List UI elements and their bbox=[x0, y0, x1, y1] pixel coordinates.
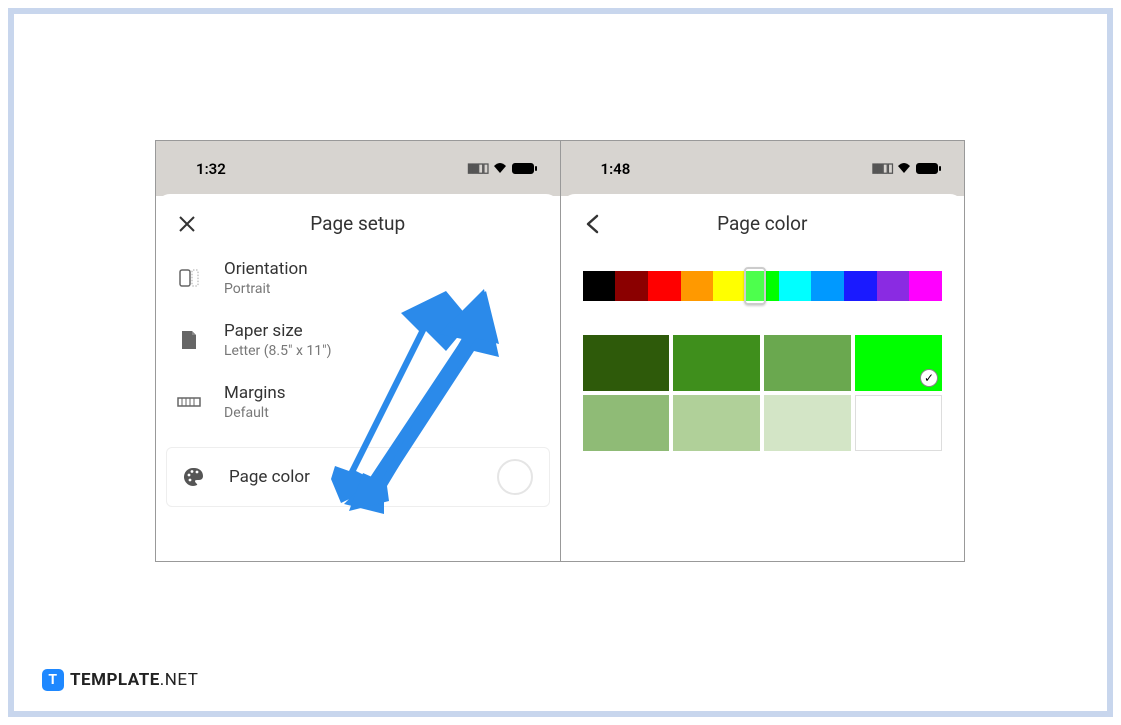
page-color-label: Page color bbox=[229, 467, 310, 487]
shade-swatch[interactable] bbox=[673, 395, 760, 451]
back-icon[interactable] bbox=[581, 214, 603, 234]
page-color-sheet: Page color ✓ bbox=[561, 194, 965, 561]
spectrum-segment[interactable] bbox=[681, 271, 714, 301]
orientation-icon bbox=[176, 265, 202, 291]
shade-swatch[interactable] bbox=[583, 335, 670, 391]
phone-right: 1:48 ▮▮▯▯ Page color ✓ bbox=[560, 141, 965, 561]
shade-swatch[interactable] bbox=[673, 335, 760, 391]
signal-icon: ▮▮▯▯ bbox=[467, 161, 488, 176]
spectrum-segment[interactable] bbox=[844, 271, 877, 301]
margins-value: Default bbox=[224, 405, 286, 421]
shade-swatch[interactable]: ✓ bbox=[855, 335, 942, 391]
shade-grid: ✓ bbox=[561, 301, 965, 451]
logo-text-light: .NET bbox=[160, 670, 199, 690]
paper-size-icon bbox=[176, 327, 202, 353]
spectrum-row bbox=[561, 247, 965, 301]
spectrum-segment[interactable] bbox=[713, 271, 746, 301]
sheet-title: Page setup bbox=[198, 212, 540, 235]
spectrum-segment[interactable] bbox=[811, 271, 844, 301]
sheet-header: Page color bbox=[561, 194, 965, 247]
spectrum-segment[interactable] bbox=[877, 271, 910, 301]
color-spectrum[interactable] bbox=[583, 271, 943, 301]
wifi-icon bbox=[896, 160, 912, 178]
orientation-item[interactable]: Orientation Portrait bbox=[156, 247, 560, 309]
status-time: 1:48 bbox=[601, 160, 631, 178]
page-setup-list: Orientation Portrait Paper size Letter (… bbox=[156, 247, 560, 517]
margins-item[interactable]: Margins Default bbox=[156, 371, 560, 433]
status-icons: ▮▮▯▯ bbox=[467, 160, 534, 178]
status-bar: 1:32 ▮▮▯▯ bbox=[156, 141, 560, 196]
wifi-icon bbox=[492, 160, 508, 178]
paper-size-label: Paper size bbox=[224, 321, 331, 341]
status-icons: ▮▮▯▯ bbox=[871, 160, 938, 178]
page-color-swatch bbox=[497, 459, 533, 495]
page-color-item[interactable]: Page color bbox=[166, 447, 550, 507]
phone-left: 1:32 ▮▮▯▯ Page setup bbox=[156, 141, 560, 561]
paper-size-item[interactable]: Paper size Letter (8.5" x 11") bbox=[156, 309, 560, 371]
paper-size-value: Letter (8.5" x 11") bbox=[224, 343, 331, 359]
margins-icon bbox=[176, 389, 202, 415]
spectrum-segment[interactable] bbox=[583, 271, 616, 301]
palette-icon bbox=[181, 464, 207, 490]
battery-icon bbox=[916, 163, 938, 174]
screenshot-pair: 1:32 ▮▮▯▯ Page setup bbox=[155, 140, 965, 562]
footer-logo: T TEMPLATE.NET bbox=[42, 669, 198, 691]
logo-text-bold: TEMPLATE bbox=[70, 670, 160, 690]
sheet-header: Page setup bbox=[156, 194, 560, 247]
sheet-title: Page color bbox=[603, 212, 945, 235]
status-time: 1:32 bbox=[196, 160, 226, 178]
shade-swatch[interactable] bbox=[764, 335, 851, 391]
close-icon[interactable] bbox=[176, 215, 198, 233]
signal-icon: ▮▮▯▯ bbox=[871, 161, 892, 176]
shade-swatch[interactable] bbox=[583, 395, 670, 451]
shade-swatch[interactable] bbox=[764, 395, 851, 451]
logo-badge: T bbox=[42, 669, 64, 691]
shade-swatch[interactable] bbox=[855, 395, 942, 451]
battery-icon bbox=[512, 163, 534, 174]
check-icon: ✓ bbox=[920, 369, 938, 387]
status-bar: 1:48 ▮▮▯▯ bbox=[561, 141, 965, 196]
orientation-label: Orientation bbox=[224, 259, 308, 279]
spectrum-slider[interactable] bbox=[744, 267, 766, 305]
spectrum-segment[interactable] bbox=[648, 271, 681, 301]
page-setup-sheet: Page setup Orientation Portrait bbox=[156, 194, 560, 561]
spectrum-segment[interactable] bbox=[779, 271, 812, 301]
orientation-value: Portrait bbox=[224, 281, 308, 297]
spectrum-segment[interactable] bbox=[909, 271, 942, 301]
spectrum-segment[interactable] bbox=[615, 271, 648, 301]
margins-label: Margins bbox=[224, 383, 286, 403]
